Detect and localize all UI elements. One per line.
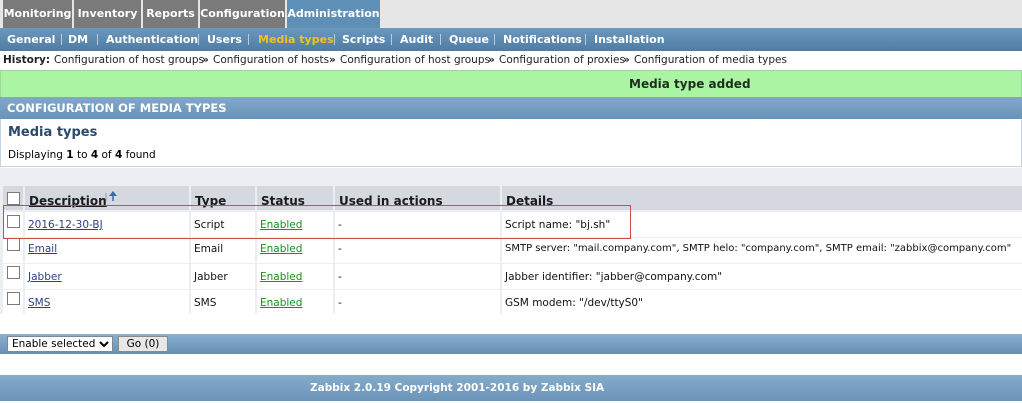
sort-up-arrow-icon [105, 191, 117, 201]
separator [248, 34, 249, 45]
tab-configuration[interactable]: Configuration [200, 0, 285, 28]
type-cell: SMS [191, 290, 255, 315]
paging-prefix: Displaying [8, 149, 63, 161]
used-value: - [338, 271, 342, 283]
status-toggle-link[interactable]: Enabled [260, 271, 302, 283]
used-cell: - [335, 290, 500, 315]
type-cell: Email [191, 238, 255, 263]
row-checkbox[interactable] [7, 238, 20, 251]
used-cell: - [335, 238, 500, 263]
footer: Zabbix 2.0.19 Copyright 2001-2016 by Zab… [0, 375, 1022, 401]
separator [198, 34, 199, 45]
sub-navigation: General DM Authentication Users Media ty… [0, 28, 1022, 51]
breadcrumb: History: Configuration of host groups » … [0, 51, 1022, 70]
subnav-notifications[interactable]: Notifications [503, 28, 582, 51]
select-all-checkbox[interactable] [7, 192, 20, 205]
details-value: Jabber identifier: "jabber@company.com" [505, 271, 723, 283]
details-value: SMTP server: "mail.company.com", SMTP he… [505, 243, 1012, 254]
media-types-header: Media types Displaying 1 to 4 of 4 found [0, 119, 1022, 167]
separator [334, 34, 335, 45]
details-cell: Jabber identifier: "jabber@company.com" [502, 264, 1022, 289]
subnav-audit[interactable]: Audit [400, 28, 433, 51]
spacer [0, 168, 1022, 184]
history-link[interactable]: Configuration of host groups [54, 51, 204, 70]
type-value: Jabber [194, 271, 228, 283]
breadcrumb-separator: » [623, 54, 630, 66]
description-cell: SMS [25, 290, 189, 315]
description-cell: Jabber [25, 264, 189, 289]
media-type-link[interactable]: SMS [28, 297, 50, 309]
row-checkbox-cell [3, 238, 23, 263]
details-value: GSM modem: "/dev/ttyS0" [505, 297, 643, 309]
history-link[interactable]: Configuration of media types [634, 51, 787, 70]
paging-info: Displaying 1 to 4 of 4 found [8, 149, 156, 161]
footer-copyright: Zabbix 2.0.19 Copyright 2001-2016 by Zab… [310, 382, 605, 394]
separator [440, 34, 441, 45]
separator [97, 34, 98, 45]
separator [494, 34, 495, 45]
paging-to-word: to [76, 149, 88, 161]
status-toggle-link[interactable]: Enabled [260, 243, 302, 255]
paging-found-word: found [125, 149, 156, 161]
history-link[interactable]: Configuration of host groups [340, 51, 490, 70]
description-cell: Email [25, 238, 189, 263]
type-value: Email [194, 243, 224, 255]
details-cell: GSM modem: "/dev/ttyS0" [502, 290, 1022, 315]
status-toggle-link[interactable]: Enabled [260, 297, 302, 309]
mass-action-bar: Enable selected Go (0) [0, 334, 1022, 354]
tab-reports[interactable]: Reports [143, 0, 198, 28]
section-header: CONFIGURATION OF MEDIA TYPES [0, 97, 1022, 119]
used-value: - [338, 243, 342, 255]
subnav-users[interactable]: Users [207, 28, 242, 51]
success-message: Media type added [629, 77, 751, 91]
row-checkbox-cell [3, 264, 23, 289]
breadcrumb-separator: » [329, 54, 336, 66]
go-button[interactable]: Go (0) [118, 336, 168, 352]
separator [585, 34, 586, 45]
separator [391, 34, 392, 45]
history-label: History: [3, 54, 51, 66]
success-message-bar: Media type added [0, 70, 1022, 98]
row-checkbox[interactable] [7, 292, 20, 305]
tab-monitoring[interactable]: Monitoring [3, 0, 72, 28]
breadcrumb-separator: » [202, 54, 209, 66]
tab-inventory[interactable]: Inventory [74, 0, 141, 28]
section-title: CONFIGURATION OF MEDIA TYPES [7, 101, 227, 115]
subnav-dm[interactable]: DM [68, 28, 88, 51]
subnav-authentication[interactable]: Authentication [106, 28, 198, 51]
media-type-link[interactable]: Email [28, 243, 57, 255]
tab-administration[interactable]: Administration [287, 0, 380, 28]
type-value: SMS [194, 297, 217, 309]
highlight-annotation [3, 205, 631, 239]
mass-action-select[interactable]: Enable selected [7, 336, 113, 352]
top-navigation: Monitoring Inventory Reports Configurati… [0, 0, 1022, 28]
subnav-general[interactable]: General [7, 28, 55, 51]
type-cell: Jabber [191, 264, 255, 289]
media-types-table: Description Type Status Used in actions … [0, 184, 1022, 315]
history-link[interactable]: Configuration of proxies [499, 51, 625, 70]
used-value: - [338, 297, 342, 309]
media-type-link[interactable]: Jabber [28, 271, 62, 283]
page-title: Media types [8, 125, 98, 140]
row-checkbox-cell [3, 290, 23, 315]
status-cell: Enabled [257, 264, 333, 289]
paging-from: 1 [66, 149, 74, 161]
history-link[interactable]: Configuration of hosts [213, 51, 329, 70]
separator [61, 34, 62, 45]
details-cell: SMTP server: "mail.company.com", SMTP he… [502, 238, 1022, 263]
used-cell: - [335, 264, 500, 289]
breadcrumb-separator: » [488, 54, 495, 66]
paging-to: 4 [90, 149, 99, 161]
subnav-installation[interactable]: Installation [594, 28, 665, 51]
paging-total: 4 [114, 149, 123, 161]
subnav-scripts[interactable]: Scripts [342, 28, 385, 51]
status-cell: Enabled [257, 290, 333, 315]
row-checkbox[interactable] [7, 266, 20, 279]
paging-of-word: of [101, 149, 112, 161]
status-cell: Enabled [257, 238, 333, 263]
subnav-media-types[interactable]: Media types [258, 28, 334, 51]
subnav-queue[interactable]: Queue [449, 28, 489, 51]
